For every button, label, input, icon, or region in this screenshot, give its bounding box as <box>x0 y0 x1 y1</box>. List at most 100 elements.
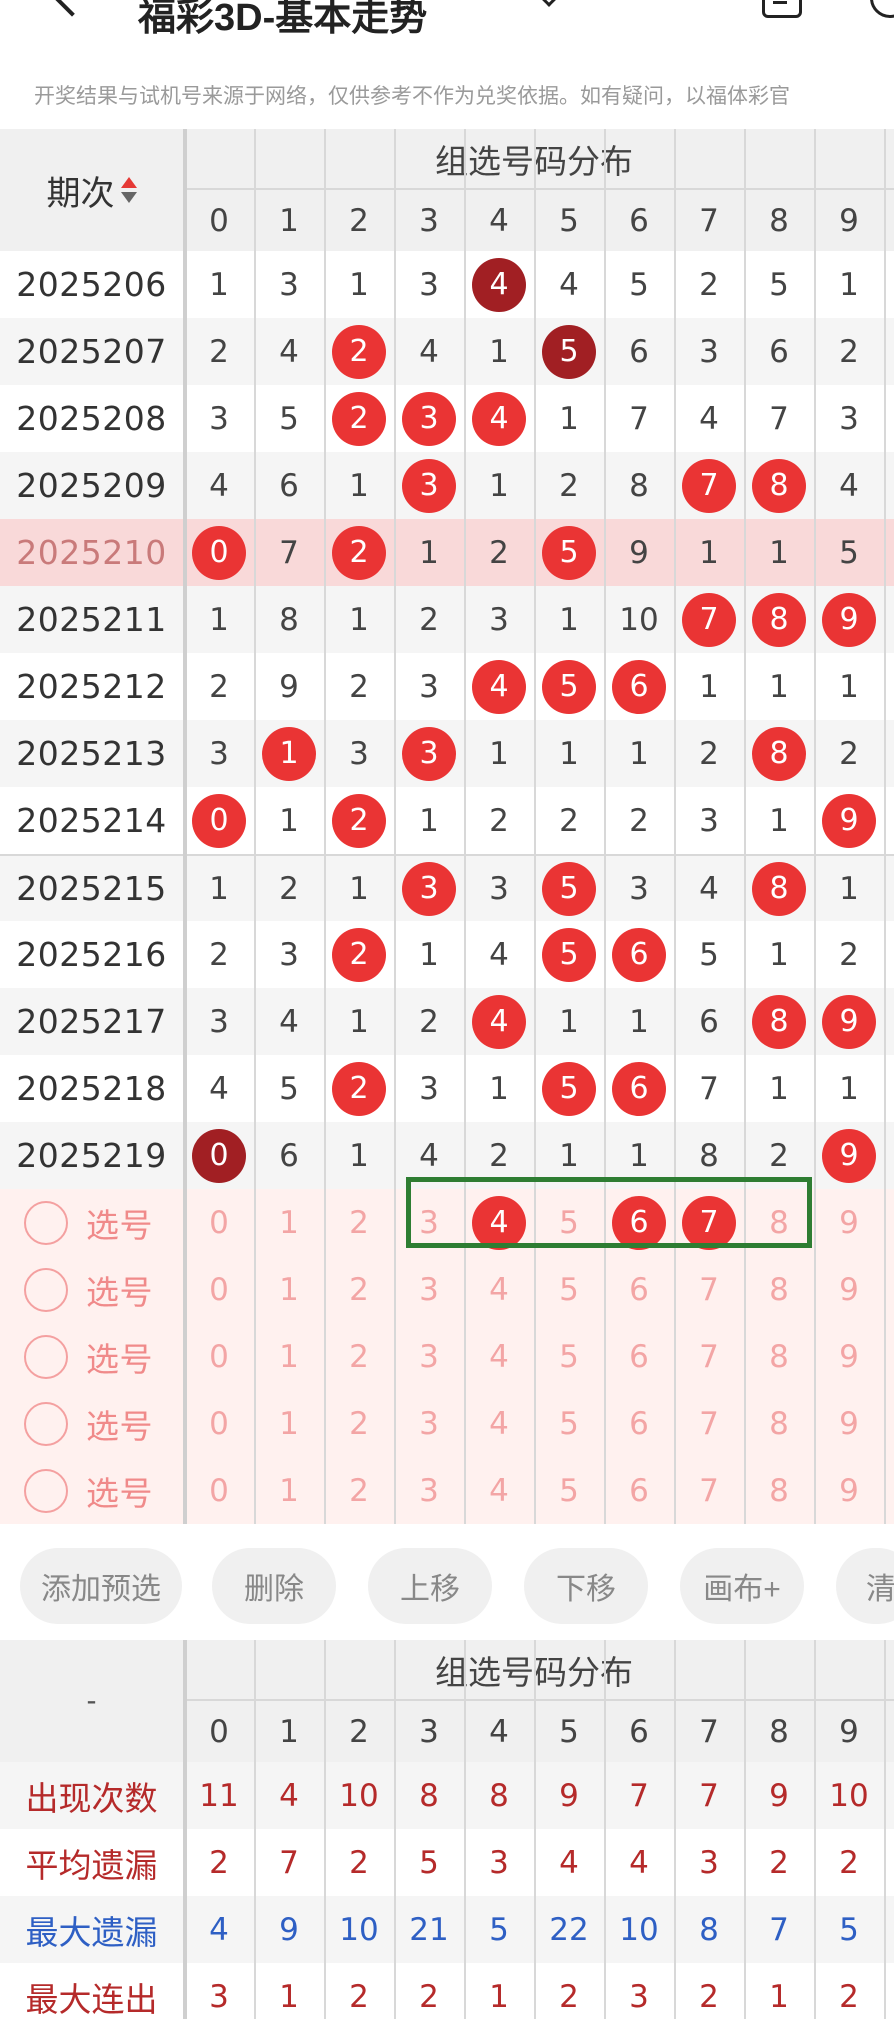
select-radio-icon[interactable] <box>24 1468 68 1513</box>
table-row[interactable]: 2025206 1 3 1 3 4 4 5 2 5 1 <box>0 251 894 318</box>
stats-value: 9 <box>279 1911 299 1948</box>
select-digit-cell[interactable]: 2 <box>324 1256 394 1323</box>
select-digit-cell[interactable]: 1 <box>254 1457 324 1524</box>
select-digit-cell[interactable]: 9 <box>814 1323 884 1390</box>
digit-header-3: 3 <box>419 202 439 239</box>
select-digit-cell[interactable]: 3 <box>394 1256 464 1323</box>
select-row-label[interactable]: 选号 <box>0 1457 183 1524</box>
column-divider <box>464 1640 466 2019</box>
select-digit-cell[interactable]: 0 <box>184 1189 254 1256</box>
select-digit-cell[interactable]: 3 <box>394 1323 464 1390</box>
help-circle-icon[interactable] <box>870 0 894 18</box>
digit-cell: 4 <box>559 266 579 303</box>
select-digit-cell[interactable]: 9 <box>814 1390 884 1457</box>
table-row[interactable]: 2025209 4 6 1 3 1 2 8 7 8 4 <box>0 452 894 519</box>
select-digit-cell[interactable]: 9 <box>814 1189 884 1256</box>
number-ball: 3 <box>402 391 456 446</box>
select-radio-icon[interactable] <box>24 1334 68 1379</box>
select-radio-icon[interactable] <box>24 1200 68 1245</box>
select-digit-cell[interactable]: 5 <box>534 1457 604 1524</box>
table-row[interactable]: 2025207 2 4 2 4 1 5 6 3 6 2 <box>0 318 894 385</box>
select-digit-cell[interactable]: 0 <box>184 1457 254 1524</box>
select-digit-cell[interactable]: 3 <box>394 1457 464 1524</box>
stats-digit-header-1: 1 <box>279 1713 299 1750</box>
table-row[interactable]: 2025211 1 8 1 2 3 1 10 7 8 9 <box>0 586 894 653</box>
select-digit-cell[interactable]: 4 <box>464 1323 534 1390</box>
column-divider <box>674 129 676 1524</box>
select-digit-cell[interactable]: 5 <box>534 1256 604 1323</box>
select-digit-cell[interactable]: 7 <box>674 1390 744 1457</box>
action-button-2[interactable]: 上移 <box>368 1548 492 1624</box>
select-digit-cell[interactable]: 2 <box>324 1189 394 1256</box>
select-digit-cell[interactable]: 7 <box>674 1256 744 1323</box>
select-digit-cell[interactable]: 1 <box>254 1189 324 1256</box>
table-row[interactable]: 2025215 1 2 1 3 3 5 3 4 8 1 <box>0 854 894 921</box>
table-row[interactable]: 2025210 0 7 2 1 2 5 9 1 1 5 <box>0 519 894 586</box>
action-button-4[interactable]: 画布+ <box>680 1548 804 1624</box>
back-arrow-icon[interactable] <box>49 0 95 17</box>
action-button-5[interactable]: 清 <box>836 1548 894 1624</box>
select-radio-icon[interactable] <box>24 1401 68 1446</box>
select-digit-cell[interactable]: 6 <box>604 1390 674 1457</box>
select-digit-cell[interactable]: 4 <box>464 1256 534 1323</box>
action-button-3[interactable]: 下移 <box>524 1548 648 1624</box>
select-digit-cell[interactable]: 6 <box>604 1256 674 1323</box>
select-row[interactable]: 选号 0 1 2 3 4 5 6 7 8 9 <box>0 1323 894 1390</box>
table-row[interactable]: 2025213 3 1 3 3 1 1 1 2 8 2 <box>0 720 894 787</box>
select-digit-cell[interactable]: 3 <box>394 1390 464 1457</box>
table-row[interactable]: 2025216 2 3 2 1 4 5 6 5 1 2 <box>0 921 894 988</box>
select-digit-cell[interactable]: 6 <box>604 1323 674 1390</box>
action-button-1[interactable]: 删除 <box>212 1548 336 1624</box>
select-digit-cell[interactable]: 2 <box>324 1457 394 1524</box>
action-button-0[interactable]: 添加预选 <box>20 1548 182 1624</box>
period-column-header[interactable]: 期次 <box>0 129 183 251</box>
select-row[interactable]: 选号 0 1 2 3 4 5 6 7 8 9 <box>0 1457 894 1524</box>
select-digit-cell[interactable]: 6 <box>604 1457 674 1524</box>
document-icon[interactable] <box>762 0 802 18</box>
selection-box[interactable] <box>406 1177 812 1248</box>
select-digit-cell[interactable]: 7 <box>674 1323 744 1390</box>
select-digit-cell[interactable]: 2 <box>324 1323 394 1390</box>
select-digit-cell[interactable]: 1 <box>254 1323 324 1390</box>
select-radio-icon[interactable] <box>24 1267 68 1312</box>
select-digit-cell[interactable]: 9 <box>814 1256 884 1323</box>
select-row-label[interactable]: 选号 <box>0 1390 183 1457</box>
select-digit-cell[interactable]: 5 <box>534 1390 604 1457</box>
chevron-down-icon[interactable] <box>539 0 559 7</box>
select-digit-cell[interactable]: 4 <box>464 1457 534 1524</box>
select-digit-cell[interactable]: 8 <box>744 1256 814 1323</box>
trend-table: 期次 组选号码分布 0 1 2 3 4 5 6 7 8 9 2025206 1 3 1 3 4 4 5 2 5 1 20252… <box>0 129 894 1535</box>
select-row[interactable]: 选号 0 1 2 3 4 5 6 7 8 9 <box>0 1256 894 1323</box>
select-digit-cell[interactable]: 7 <box>674 1457 744 1524</box>
select-digit-cell[interactable]: 4 <box>464 1390 534 1457</box>
select-digit-cell[interactable]: 8 <box>744 1323 814 1390</box>
select-digit-cell[interactable]: 9 <box>814 1457 884 1524</box>
period-number: 2025218 <box>16 1069 167 1108</box>
select-digit-cell[interactable]: 2 <box>324 1390 394 1457</box>
table-row[interactable]: 2025218 4 5 2 3 1 5 6 7 1 1 <box>0 1055 894 1122</box>
digit-cell: 4 <box>464 385 534 452</box>
column-divider <box>884 1640 886 2019</box>
table-row[interactable]: 2025208 3 5 2 3 4 1 7 4 7 3 <box>0 385 894 452</box>
select-digit-cell[interactable]: 1 <box>254 1256 324 1323</box>
select-row[interactable]: 选号 0 1 2 3 4 5 6 7 8 9 <box>0 1390 894 1457</box>
select-digit-cell[interactable]: 0 <box>184 1256 254 1323</box>
select-row-label[interactable]: 选号 <box>0 1256 183 1323</box>
table-row[interactable]: 2025212 2 9 2 3 4 5 6 1 1 1 <box>0 653 894 720</box>
select-digit-cell[interactable]: 0 <box>184 1323 254 1390</box>
table-row[interactable]: 2025214 0 1 2 1 2 2 2 3 1 9 <box>0 787 894 854</box>
table-row[interactable]: 2025217 3 4 1 2 4 1 1 6 8 9 <box>0 988 894 1055</box>
select-row-label[interactable]: 选号 <box>0 1189 183 1256</box>
select-digit-cell[interactable]: 8 <box>744 1457 814 1524</box>
stats-value: 3 <box>629 1978 649 2015</box>
select-digit-cell[interactable]: 5 <box>534 1323 604 1390</box>
select-digit-cell[interactable]: 8 <box>744 1390 814 1457</box>
select-row-label[interactable]: 选号 <box>0 1323 183 1390</box>
sort-arrows-icon[interactable] <box>120 177 137 203</box>
page-title[interactable]: 福彩3D-基本走势 <box>138 0 427 36</box>
select-digit-cell[interactable]: 0 <box>184 1390 254 1457</box>
select-digit-cell[interactable]: 1 <box>254 1390 324 1457</box>
period-number: 2025217 <box>16 1002 167 1041</box>
digit-cell: 9 <box>814 787 884 854</box>
digit-cell: 1 <box>559 400 579 437</box>
